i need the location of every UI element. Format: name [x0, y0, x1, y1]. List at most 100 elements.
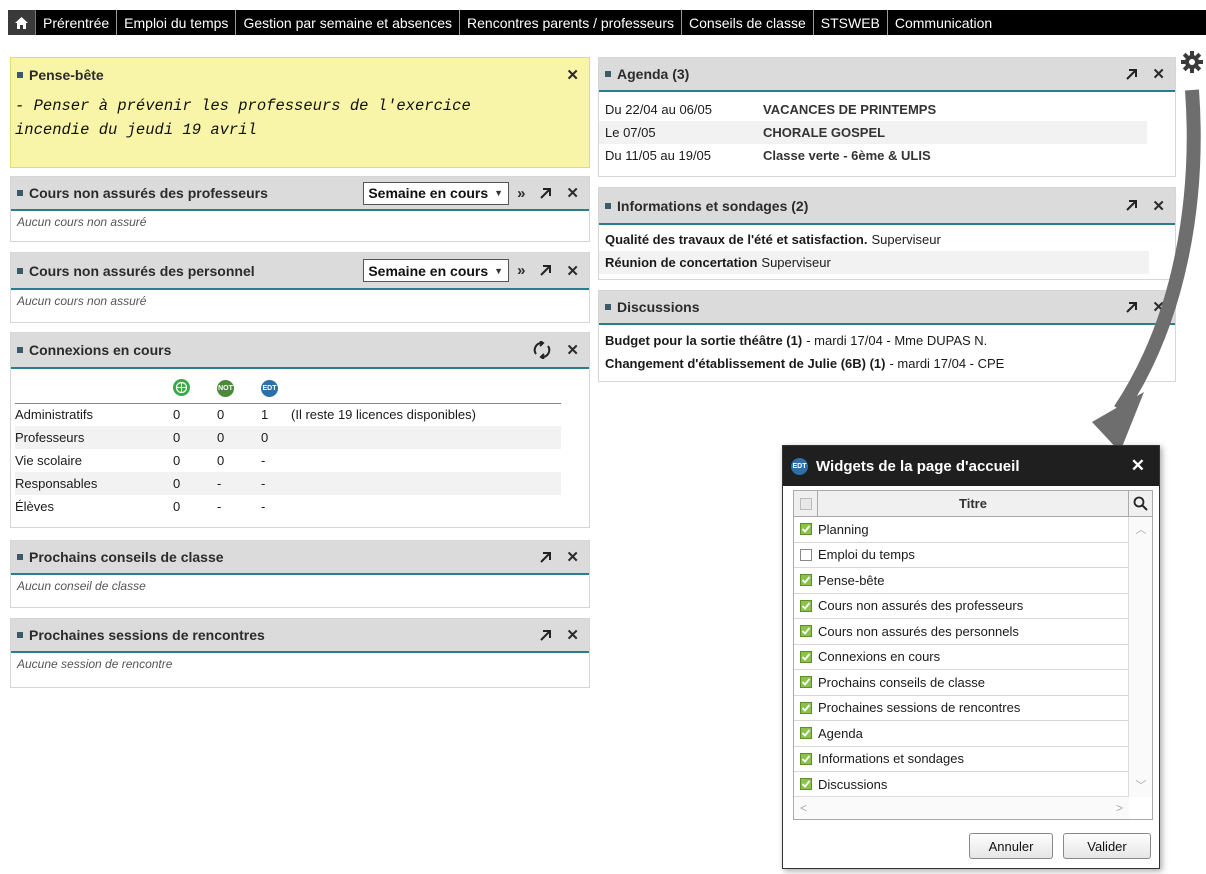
expand-icon[interactable] [1125, 68, 1138, 81]
expand-icon[interactable] [539, 264, 552, 277]
item-label: Emploi du temps [818, 547, 915, 563]
list-item[interactable]: Emploi du temps [794, 543, 1128, 568]
forward-icon[interactable]: » [517, 262, 525, 279]
checkbox-checked-icon[interactable] [800, 752, 812, 765]
cell-value: 0 [173, 472, 217, 495]
list-item[interactable]: Cours non assurés des professeurs [794, 594, 1128, 619]
item-label: Cours non assurés des professeurs [818, 598, 1024, 614]
bullet-icon [17, 267, 23, 274]
period-dropdown[interactable]: Semaine en cours ▼ [363, 259, 510, 282]
nav-emploi-du-temps[interactable]: Emploi du temps [117, 10, 237, 35]
bullet-icon [17, 632, 23, 638]
close-icon[interactable]: ✕ [566, 341, 579, 359]
close-icon[interactable]: ✕ [566, 184, 579, 202]
list-item[interactable]: Discussions [794, 772, 1128, 798]
memo-text[interactable]: - Penser à prévenir les professeurs de l… [11, 92, 589, 144]
widget-items: Planning Emploi du temps Pense-bête Cour… [794, 517, 1152, 798]
item-label: Connexions en cours [818, 649, 941, 665]
list-item[interactable]: Prochains conseils de classe [794, 670, 1128, 696]
info-author: Superviseur [761, 255, 831, 270]
checkbox-checked-icon[interactable] [800, 701, 812, 714]
vertical-scrollbar[interactable]: ︿ ﹀ [1128, 517, 1152, 797]
nav-gestion-semaine-absences[interactable]: Gestion par semaine et absences [236, 10, 461, 35]
checkbox-unchecked-icon[interactable] [800, 548, 812, 561]
select-all-checkbox[interactable] [794, 491, 818, 516]
close-icon[interactable]: ✕ [1131, 456, 1145, 476]
close-icon[interactable]: ✕ [566, 66, 579, 84]
item-label: Discussions [818, 776, 888, 792]
period-value: Semaine en cours [368, 185, 489, 201]
expand-icon[interactable] [539, 629, 552, 642]
list-item[interactable]: Planning [794, 517, 1128, 543]
checkbox-checked-icon[interactable] [800, 574, 812, 587]
chevron-down-icon[interactable]: ﹀ [1129, 777, 1153, 793]
agenda-row[interactable]: Le 07/05 CHORALE GOSPEL [599, 121, 1147, 144]
bullet-icon [17, 347, 23, 353]
chevron-down-icon: ▼ [494, 188, 504, 198]
nav-stsweb[interactable]: STSWEB [814, 10, 888, 35]
list-item[interactable]: Pense-bête [794, 568, 1128, 594]
agenda-row[interactable]: Du 11/05 au 19/05 Classe verte - 6ème & … [599, 144, 1147, 167]
table-row: Responsables 0 - - [15, 472, 561, 495]
cell-value: - [217, 472, 261, 495]
connexions-widget: Connexions en cours ✕ NOT EDT Administra… [10, 332, 590, 528]
close-icon[interactable]: ✕ [566, 262, 579, 280]
widget-header: Connexions en cours ✕ [11, 333, 589, 369]
widgets-dialog: EDT Widgets de la page d'accueil ✕ Titre… [782, 445, 1160, 869]
cell-value: 0 [173, 407, 181, 423]
info-row[interactable]: Réunion de concertation Superviseur [599, 251, 1149, 274]
search-icon[interactable] [1128, 491, 1152, 516]
nav-prerentree[interactable]: Prérentrée [36, 10, 118, 35]
cancel-button[interactable]: Annuler [969, 833, 1053, 859]
bullet-icon [17, 190, 23, 196]
widget-title: Prochaines sessions de rencontres [29, 627, 265, 643]
empty-message: Aucun cours non assuré [17, 294, 147, 308]
nav-communication[interactable]: Communication [888, 10, 999, 35]
discussion-meta: - mardi 17/04 - CPE [889, 356, 1005, 371]
checkbox-checked-icon[interactable] [800, 650, 812, 663]
expand-icon[interactable] [539, 551, 552, 564]
empty-message: Aucun conseil de classe [17, 579, 146, 593]
forward-icon[interactable]: » [517, 185, 525, 202]
widget-title: Pense-bête [29, 67, 104, 83]
chevron-left-icon[interactable]: < [800, 801, 807, 815]
discussion-meta: - mardi 17/04 - Mme DUPAS N. [806, 333, 988, 348]
list-item[interactable]: Informations et sondages [794, 747, 1128, 772]
period-dropdown[interactable]: Semaine en cours ▼ [363, 181, 510, 205]
checkbox-checked-icon[interactable] [800, 727, 812, 740]
validate-button[interactable]: Valider [1063, 833, 1151, 859]
cours-personnel-widget: Cours non assurés des personnel Semaine … [10, 252, 590, 323]
list-item[interactable]: Agenda [794, 721, 1128, 747]
discussion-subject: Budget pour la sortie théâtre (1) [605, 333, 803, 348]
checkbox-checked-icon[interactable] [800, 625, 812, 638]
checkbox-checked-icon[interactable] [800, 523, 812, 536]
list-item[interactable]: Prochaines sessions de rencontres [794, 696, 1128, 721]
widget-list: Titre Planning Emploi du temps Pense-bêt… [793, 490, 1153, 820]
info-row[interactable]: Qualité des travaux de l'été et satisfac… [599, 228, 1149, 251]
checkbox-checked-icon[interactable] [800, 599, 812, 612]
nav-rencontres[interactable]: Rencontres parents / professeurs [460, 10, 683, 35]
nav-conseils-de-classe[interactable]: Conseils de classe [682, 10, 814, 35]
chevron-right-icon[interactable]: > [1116, 801, 1123, 815]
home-icon [15, 16, 28, 29]
checkbox-checked-icon[interactable] [800, 676, 812, 689]
list-header: Titre [794, 491, 1152, 517]
close-icon[interactable]: ✕ [566, 626, 579, 644]
table-header-row: NOT EDT [15, 373, 561, 404]
cell-value: 0 [173, 453, 181, 468]
horizontal-scrollbar[interactable]: < > [794, 796, 1129, 819]
refresh-icon[interactable] [532, 341, 552, 359]
settings-gear-icon[interactable] [1180, 50, 1204, 74]
list-item[interactable]: Cours non assurés des personnels [794, 619, 1128, 645]
home-button[interactable] [8, 10, 36, 35]
expand-icon[interactable] [539, 187, 552, 200]
list-item[interactable]: Connexions en cours [794, 645, 1128, 670]
bullet-icon [605, 202, 611, 209]
row-label: Élèves [15, 499, 55, 514]
close-icon[interactable]: ✕ [566, 548, 579, 566]
discussion-subject: Changement d'établissement de Julie (6B)… [605, 356, 886, 371]
row-label: Administratifs [15, 407, 94, 423]
checkbox-checked-icon[interactable] [800, 778, 812, 791]
chevron-up-icon[interactable]: ︿ [1129, 521, 1153, 537]
agenda-row[interactable]: Du 22/04 au 06/05 VACANCES DE PRINTEMPS [599, 98, 1147, 121]
